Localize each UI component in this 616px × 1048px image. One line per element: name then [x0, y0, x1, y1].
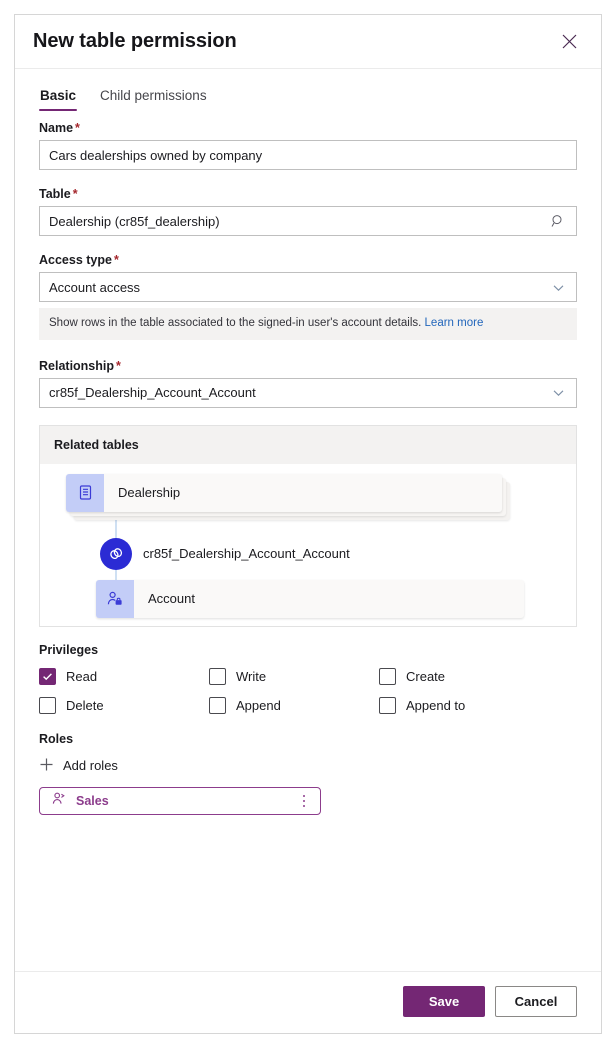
relationship-select[interactable]: cr85f_Dealership_Account_Account: [39, 377, 577, 408]
link-rings-icon: [100, 537, 132, 570]
name-label-text: Name: [39, 121, 74, 135]
access-type-label: Access type *: [39, 253, 577, 267]
cancel-button[interactable]: Cancel: [495, 986, 577, 1017]
target-node-label: Account: [148, 591, 195, 607]
diagram-node-target[interactable]: Account: [96, 579, 524, 618]
privileges-grid: Read Write Create Delete Append Append t: [39, 667, 577, 714]
relationship-node-label: cr85f_Dealership_Account_Account: [143, 546, 350, 562]
table-required-marker: *: [72, 187, 78, 201]
relationship-label: Relationship *: [39, 359, 577, 373]
roles-label: Roles: [39, 731, 74, 746]
relationship-label-text: Relationship: [39, 358, 115, 373]
dialog-header: New table permission: [15, 15, 601, 69]
more-dot: [302, 804, 306, 808]
more-vertical-icon[interactable]: [296, 792, 312, 810]
privilege-delete[interactable]: Delete: [39, 696, 209, 714]
table-input-value: Dealership (cr85f_dealership): [49, 213, 220, 229]
table-label: Table *: [39, 187, 577, 201]
close-icon: [562, 34, 577, 49]
dialog-body: Name * Cars dealerships owned by company …: [15, 111, 601, 971]
relationship-diagram: Dealership cr85f_Dealership_Account_Acco…: [40, 463, 576, 626]
privilege-append-to[interactable]: Append to: [379, 696, 577, 714]
more-dot: [302, 799, 306, 803]
name-required-marker: *: [75, 121, 80, 135]
new-table-permission-dialog: New table permission Basic Child permiss…: [14, 14, 602, 1034]
source-node-label: Dealership: [118, 485, 181, 501]
privilege-append-to-label: Append to: [406, 697, 466, 713]
privilege-create[interactable]: Create: [379, 667, 577, 685]
relationship-value: cr85f_Dealership_Account_Account: [49, 385, 256, 401]
relationship-required-marker: *: [116, 358, 121, 373]
checkbox-append-to[interactable]: [379, 696, 396, 714]
privilege-append-label: Append: [236, 697, 281, 713]
privilege-append[interactable]: Append: [209, 696, 379, 714]
chevron-down-icon[interactable]: [549, 278, 567, 296]
table-lookup-input[interactable]: Dealership (cr85f_dealership): [39, 206, 577, 236]
account-person-icon: [96, 579, 134, 618]
role-chip-label: Sales: [76, 793, 109, 808]
person-role-icon: [51, 791, 66, 811]
more-dot: [302, 794, 306, 798]
access-type-hint-text: Show rows in the table associated to the…: [49, 317, 422, 329]
name-label: Name *: [39, 121, 577, 135]
plus-icon: [39, 757, 54, 775]
close-button[interactable]: [555, 28, 583, 56]
privilege-read-label: Read: [66, 668, 98, 684]
access-type-label-text: Access type: [39, 253, 112, 267]
learn-more-link[interactable]: Learn more: [425, 317, 484, 329]
access-type-select[interactable]: Account access: [39, 272, 577, 302]
privilege-delete-label: Delete: [66, 697, 104, 713]
diagram-node-source[interactable]: Dealership: [66, 473, 510, 520]
checkbox-create[interactable]: [379, 667, 396, 685]
target-node-card[interactable]: Account: [96, 579, 524, 618]
checkbox-write[interactable]: [209, 667, 226, 685]
dialog-footer: Save Cancel: [15, 971, 601, 1033]
role-chip-sales[interactable]: Sales: [39, 786, 321, 815]
privilege-write[interactable]: Write: [209, 667, 379, 685]
tab-list: Basic Child permissions: [15, 69, 601, 111]
tab-basic[interactable]: Basic: [39, 88, 78, 111]
access-type-value: Account access: [49, 279, 141, 295]
name-input-value: Cars dealerships owned by company: [49, 147, 263, 163]
checkbox-delete[interactable]: [39, 696, 56, 714]
privilege-write-label: Write: [236, 668, 267, 684]
source-node-card[interactable]: Dealership: [66, 473, 502, 512]
search-icon[interactable]: [549, 212, 567, 230]
privilege-create-label: Create: [406, 668, 446, 684]
add-roles-label: Add roles: [63, 758, 118, 774]
diagram-node-relationship[interactable]: cr85f_Dealership_Account_Account: [100, 537, 350, 570]
table-label-text: Table: [39, 187, 71, 201]
table-document-icon: [66, 473, 104, 512]
add-roles-button[interactable]: Add roles: [39, 757, 118, 775]
chevron-down-icon[interactable]: [549, 384, 567, 402]
access-type-hint: Show rows in the table associated to the…: [39, 308, 577, 340]
related-tables-header: Related tables: [40, 425, 576, 464]
related-tables-panel: Related tables Dealership cr85f_Dealersh…: [39, 424, 577, 627]
access-type-required-marker: *: [113, 253, 119, 267]
name-input[interactable]: Cars dealerships owned by company: [39, 140, 577, 170]
save-button[interactable]: Save: [403, 986, 485, 1017]
page-title: New table permission: [33, 30, 237, 52]
tab-child-permissions[interactable]: Child permissions: [99, 88, 208, 111]
checkbox-read[interactable]: [39, 667, 56, 685]
privileges-label: Privileges: [39, 642, 99, 657]
checkbox-append[interactable]: [209, 696, 226, 714]
privilege-read[interactable]: Read: [39, 667, 209, 685]
